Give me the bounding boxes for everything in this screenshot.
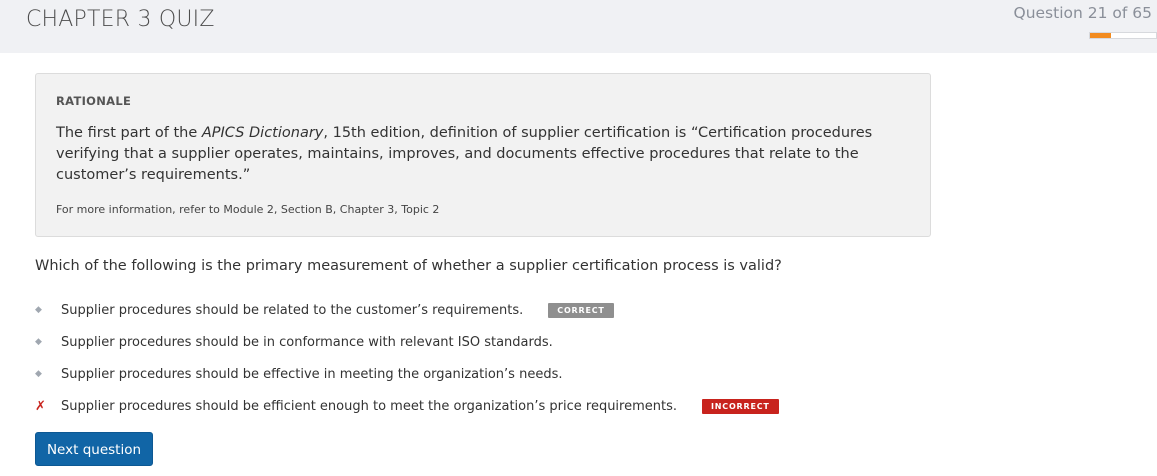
diamond-bullet-icon: ◆: [35, 369, 42, 379]
answer-option-text: Supplier procedures should be related to…: [61, 302, 524, 318]
diamond-bullet-icon: ◆: [35, 305, 42, 315]
incorrect-badge: INCORRECT: [702, 398, 779, 414]
answer-option-4[interactable]: ✗ Supplier procedures should be efficien…: [35, 390, 779, 422]
answer-option-1[interactable]: ◆ Supplier procedures should be related …: [35, 294, 779, 326]
quiz-header: CHAPTER 3 QUIZ Question 21 of 65: [0, 0, 1157, 53]
rationale-body-prefix: The first part of the: [56, 125, 202, 141]
question-text: Which of the following is the primary me…: [35, 258, 782, 274]
progress-bar: [1089, 32, 1157, 39]
rationale-heading: RATIONALE: [56, 94, 132, 108]
rationale-panel: RATIONALE The first part of the APICS Di…: [35, 73, 931, 237]
progress-bar-fill: [1090, 33, 1112, 38]
answer-option-text: Supplier procedures should be effective …: [61, 366, 563, 382]
quiz-title: CHAPTER 3 QUIZ: [26, 7, 215, 32]
answer-option-text: Supplier procedures should be in conform…: [61, 334, 553, 350]
rationale-body: The first part of the APICS Dictionary, …: [56, 123, 906, 186]
rationale-reference: For more information, refer to Module 2,…: [56, 203, 440, 216]
cross-mark-icon: ✗: [35, 398, 46, 414]
correct-badge: CORRECT: [548, 302, 614, 318]
diamond-bullet-icon: ◆: [35, 337, 42, 347]
answer-options: ◆ Supplier procedures should be related …: [35, 294, 779, 422]
next-question-button[interactable]: Next question: [35, 432, 153, 466]
answer-option-2[interactable]: ◆ Supplier procedures should be in confo…: [35, 326, 779, 358]
rationale-body-source-title: APICS Dictionary: [201, 125, 324, 141]
answer-option-3[interactable]: ◆ Supplier procedures should be effectiv…: [35, 358, 779, 390]
answer-option-text: Supplier procedures should be efficient …: [61, 398, 678, 414]
question-counter: Question 21 of 65: [1013, 4, 1153, 22]
